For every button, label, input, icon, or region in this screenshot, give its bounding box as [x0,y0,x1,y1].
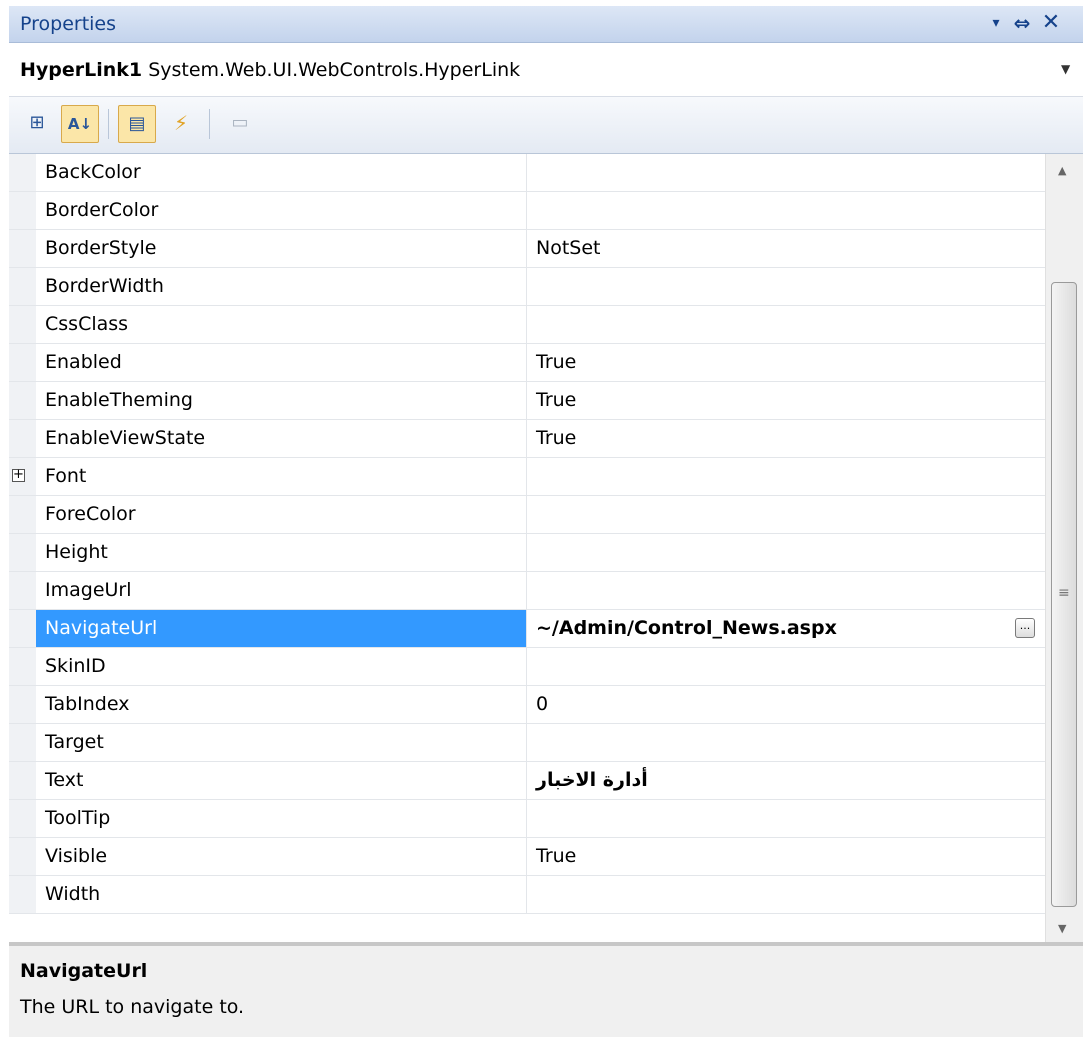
property-value[interactable] [527,192,1045,229]
property-row[interactable]: BorderWidth [9,268,1045,306]
object-name: HyperLink1 [20,59,143,81]
property-name[interactable]: ForeColor [36,496,527,533]
property-value[interactable]: True [527,420,1045,457]
property-value[interactable] [527,876,1045,913]
property-row[interactable]: Visible True [9,838,1045,876]
grip-icon: ≡ [1058,585,1070,601]
auto-hide-pin-icon[interactable]: ⇔ [1010,11,1034,35]
property-name[interactable]: NavigateUrl [36,610,527,647]
property-value[interactable]: أدارة الاخبار [527,762,1045,799]
description-pane: NavigateUrl The URL to navigate to. [9,946,1083,1037]
property-name[interactable]: ToolTip [36,800,527,837]
property-name[interactable]: ImageUrl [36,572,527,609]
properties-toolbar: ⊞ A↓ ▤ ⚡ ▭ [9,97,1083,154]
property-value[interactable]: ~/Admin/Control_News.aspx [527,610,1045,647]
property-row[interactable]: Height [9,534,1045,572]
object-type: System.Web.UI.WebControls.HyperLink [148,59,521,81]
property-name[interactable]: BorderWidth [36,268,527,305]
property-row[interactable]: TabIndex 0 [9,686,1045,724]
property-row[interactable]: NavigateUrl ~/Admin/Control_News.aspx... [9,610,1045,648]
ellipsis-button[interactable]: ... [1015,618,1035,638]
property-name[interactable]: Visible [36,838,527,875]
property-name[interactable]: BorderStyle [36,230,527,267]
property-row[interactable]: ImageUrl [9,572,1045,610]
property-name[interactable]: Width [36,876,527,913]
events-lightning-icon[interactable]: ⚡ [162,105,200,143]
object-selector-dropdown[interactable]: HyperLink1 System.Web.UI.WebControls.Hyp… [9,46,1083,97]
property-row[interactable]: BorderStyle NotSet [9,230,1045,268]
property-name[interactable]: SkinID [36,648,527,685]
property-value[interactable] [527,458,1045,495]
property-row[interactable]: EnableViewState True [9,420,1045,458]
property-value[interactable] [527,496,1045,533]
property-row[interactable]: Target [9,724,1045,762]
property-row[interactable]: BackColor [9,154,1045,192]
property-value[interactable]: True [527,382,1045,419]
property-pages-icon[interactable]: ▭ [221,105,259,143]
property-row[interactable]: Width [9,876,1045,914]
panel-title: Properties [20,13,117,35]
property-name[interactable]: Enabled [36,344,527,381]
vertical-scrollbar[interactable]: ▲ ≡ ▼ [1045,154,1083,944]
property-row[interactable]: Text أدارة الاخبار [9,762,1045,800]
property-row[interactable]: Enabled True [9,344,1045,382]
property-name[interactable]: CssClass [36,306,527,343]
property-row[interactable]: EnableTheming True [9,382,1045,420]
property-row[interactable]: + Font [9,458,1045,496]
property-row[interactable]: CssClass [9,306,1045,344]
categorized-view-icon[interactable]: ⊞ [18,105,56,143]
property-row[interactable]: SkinID [9,648,1045,686]
property-value[interactable] [527,534,1045,571]
property-value[interactable]: True [527,344,1045,381]
expand-icon[interactable]: + [12,468,25,482]
property-name[interactable]: Target [36,724,527,761]
property-name[interactable]: EnableTheming [36,382,527,419]
property-value[interactable]: True [527,838,1045,875]
property-row[interactable]: ForeColor [9,496,1045,534]
window-position-dropdown-icon[interactable]: ▾ [984,11,1008,35]
property-name[interactable]: BorderColor [36,192,527,229]
property-value[interactable] [527,800,1045,837]
property-value[interactable]: NotSet [527,230,1045,267]
property-value[interactable] [527,154,1045,191]
chevron-down-icon[interactable]: ▼ [1061,62,1070,76]
title-bar: Properties ▾ ⇔ ✕ [9,6,1083,43]
property-value[interactable]: 0 [527,686,1045,723]
property-value[interactable] [527,724,1045,761]
description-text: The URL to navigate to. [20,996,245,1018]
scroll-down-icon[interactable]: ▼ [1058,922,1066,935]
property-name[interactable]: Height [36,534,527,571]
property-name[interactable]: Text [36,762,527,799]
property-value[interactable] [527,572,1045,609]
property-grid: BackColor BorderColor BorderStyle NotSet Bor… [9,154,1045,914]
alphabetical-sort-icon[interactable]: A↓ [61,105,99,143]
object-selector-label: HyperLink1 System.Web.UI.WebControls.Hyp… [20,59,520,81]
toolbar-separator [209,109,210,139]
toolbar-separator [108,109,109,139]
property-name[interactable]: Font [36,458,527,495]
property-value[interactable] [527,648,1045,685]
scroll-up-icon[interactable]: ▲ [1058,164,1066,177]
property-value[interactable] [527,268,1045,305]
property-row[interactable]: BorderColor [9,192,1045,230]
properties-view-icon[interactable]: ▤ [118,105,156,143]
close-icon[interactable]: ✕ [1039,11,1063,35]
scrollbar-thumb[interactable]: ≡ [1051,282,1077,907]
description-title: NavigateUrl [20,960,148,982]
property-name[interactable]: TabIndex [36,686,527,723]
property-name[interactable]: EnableViewState [36,420,527,457]
property-name[interactable]: BackColor [36,154,527,191]
property-value[interactable] [527,306,1045,343]
property-row[interactable]: ToolTip [9,800,1045,838]
properties-window: Properties ▾ ⇔ ✕ HyperLink1 System.Web.U… [0,0,1083,1037]
